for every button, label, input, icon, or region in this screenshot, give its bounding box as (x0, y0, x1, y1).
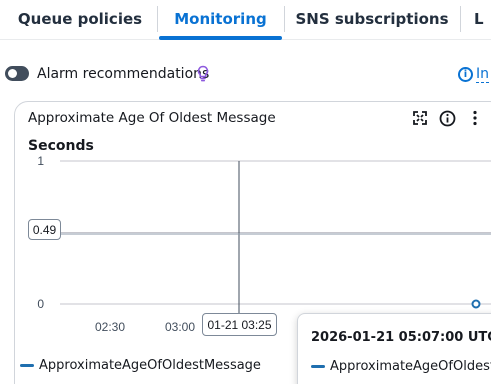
tooltip-timestamp: 2026-01-21 05:07:00 UTC (311, 330, 491, 345)
tooltip-swatch (311, 365, 325, 368)
tab-sns-subscriptions[interactable]: SNS subscriptions (285, 0, 459, 38)
hover-time-readout: 01-21 03:25 (202, 313, 277, 336)
tab-bar: Queue policies Monitoring SNS subscripti… (0, 0, 491, 40)
alarm-recommendations-toggle[interactable] (5, 66, 29, 81)
info-icon[interactable] (438, 109, 456, 127)
tooltip-series: ApproximateAgeOfOldest (311, 359, 491, 374)
alarm-recommendations-label: Alarm recommendations (37, 66, 210, 82)
tooltip-series-label: ApproximateAgeOfOldest (330, 359, 491, 374)
tab-queue-policies[interactable]: Queue policies (4, 0, 156, 38)
fullscreen-icon[interactable] (411, 109, 429, 127)
lightbulb-icon (197, 65, 209, 87)
active-tab-indicator (159, 36, 282, 40)
hover-value-readout: 0.49 (28, 219, 61, 240)
toggle-knob (8, 69, 17, 78)
info-link[interactable]: i In (458, 66, 490, 83)
tab-overflow[interactable]: L (474, 0, 491, 38)
more-icon[interactable] (466, 109, 484, 127)
legend-label: ApproximateAgeOfOldestMessage (39, 358, 261, 373)
widget-title: Approximate Age Of Oldest Message (28, 110, 276, 126)
legend-swatch (20, 364, 34, 367)
chart-y-unit: Seconds (28, 138, 94, 154)
info-circle-icon: i (458, 67, 473, 82)
tab-divider (460, 6, 461, 32)
tab-monitoring[interactable]: Monitoring (158, 0, 283, 38)
chart-legend[interactable]: ApproximateAgeOfOldestMessage (20, 358, 261, 373)
info-link-label: In (476, 66, 490, 83)
